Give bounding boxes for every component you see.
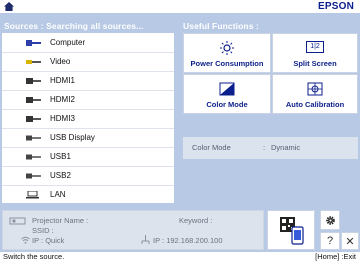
sources-header: Sources : Searching all sources... (4, 21, 144, 31)
source-label: Video (50, 57, 71, 66)
color-mode-button[interactable]: Color Mode (183, 74, 271, 114)
source-label: HDMI1 (50, 76, 75, 85)
projector-icon (9, 217, 26, 225)
source-item-lan[interactable]: LAN (2, 185, 174, 205)
color-mode-separator: : (263, 143, 266, 152)
source-label: HDMI3 (50, 114, 75, 123)
lan-icon (26, 191, 39, 199)
video-cable-icon (26, 60, 41, 64)
key-hint: [Home] :Exit (315, 252, 356, 261)
qr-phone-icon (280, 217, 304, 245)
lan-network-icon (141, 235, 150, 244)
ip-mode-label: IP : Quick (32, 236, 65, 245)
source-item-computer[interactable]: Computer (2, 33, 174, 53)
computer-port-icon (26, 40, 41, 46)
status-text: Switch the source. (3, 252, 65, 261)
color-mode-icon (219, 82, 235, 96)
usb-cable-icon (26, 135, 41, 141)
help-button[interactable]: ? (320, 232, 340, 250)
hdmi-cable-icon (26, 97, 41, 103)
color-mode-label: Color Mode (192, 143, 231, 152)
ssid-label: SSID : (32, 226, 54, 235)
ip-address-label: IP : 192.168.200.100 (153, 236, 223, 245)
help-icon: ? (326, 235, 334, 247)
network-info-panel: Projector Name : SSID : IP : Quick Keywo… (2, 210, 264, 250)
useful-functions-header: Useful Functions : (183, 21, 259, 31)
source-item-video[interactable]: Video (2, 52, 174, 72)
calibration-icon (307, 82, 323, 96)
source-label: USB2 (50, 171, 71, 180)
usb-cable-icon (26, 173, 41, 179)
home-icon[interactable] (4, 2, 14, 11)
brand-logo: EPSON (317, 1, 354, 12)
sun-brightness-icon (220, 41, 234, 55)
button-label: Auto Calibration (285, 100, 345, 109)
split-screen-icon: 1|2 (306, 41, 324, 53)
split-screen-button[interactable]: 1|2 Split Screen (272, 33, 358, 73)
qr-code-button[interactable] (267, 210, 315, 250)
source-label: USB Display (50, 133, 95, 142)
top-bar: EPSON (0, 0, 360, 13)
button-label: Color Mode (206, 100, 248, 109)
close-button[interactable]: ✕ (341, 232, 359, 250)
hdmi-cable-icon (26, 78, 41, 84)
source-item-hdmi3[interactable]: HDMI3 (2, 109, 174, 129)
auto-calibration-button[interactable]: Auto Calibration (272, 74, 358, 114)
usb-cable-icon (26, 154, 41, 160)
source-item-usb-display[interactable]: USB Display (2, 128, 174, 148)
source-item-usb1[interactable]: USB1 (2, 147, 174, 167)
hdmi-cable-icon (26, 116, 41, 122)
source-label: USB1 (50, 152, 71, 161)
projector-name-label: Projector Name : (32, 216, 89, 225)
source-item-usb2[interactable]: USB2 (2, 166, 174, 186)
button-label: Split Screen (293, 59, 337, 68)
source-label: Computer (50, 38, 86, 47)
sources-list: Computer Video HDMI1 HDMI2 HDMI3 USB Dis… (2, 33, 174, 203)
wifi-icon (21, 236, 30, 244)
source-label: LAN (50, 190, 66, 199)
settings-button[interactable] (320, 210, 340, 230)
color-mode-info: Color Mode : Dynamic (183, 137, 358, 159)
source-item-hdmi2[interactable]: HDMI2 (2, 90, 174, 110)
power-consumption-button[interactable]: Power Consumption (183, 33, 271, 73)
button-label: Power Consumption (190, 59, 264, 68)
source-item-hdmi1[interactable]: HDMI1 (2, 71, 174, 91)
close-icon: ✕ (345, 236, 355, 248)
gear-icon (326, 216, 335, 225)
status-bar: Switch the source. [Home] :Exit (0, 252, 360, 262)
source-label: HDMI2 (50, 95, 75, 104)
color-mode-value: Dynamic (271, 143, 301, 152)
keyword-label: Keyword : (179, 216, 213, 225)
